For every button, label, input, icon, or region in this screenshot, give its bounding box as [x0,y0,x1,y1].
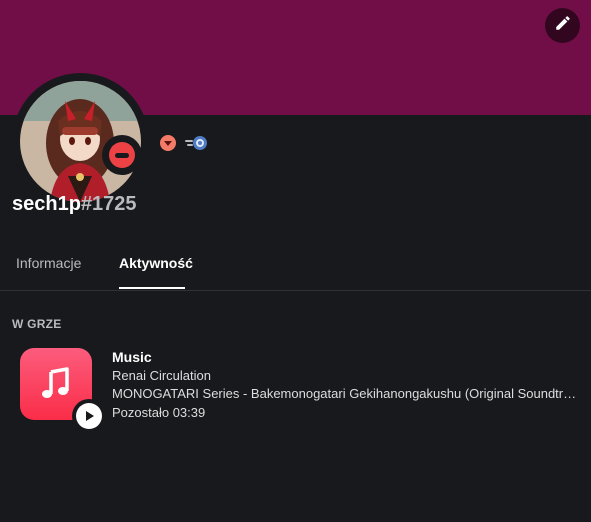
activity-time-remaining: Pozostało 03:39 [112,404,206,420]
activity-card: Music Renai Circulation MONOGATARI Serie… [20,348,580,438]
play-button[interactable] [72,399,106,433]
discriminator: #1725 [80,193,137,215]
pencil-icon [554,14,572,37]
play-icon [76,403,102,429]
edit-profile-button[interactable] [545,8,580,43]
activity-song-title: Renai Circulation [112,367,211,383]
tab-aktywnosc[interactable]: Aktywność [119,244,193,290]
activity-album: MONOGATARI Series - Bakemonogatari Gekih… [112,386,580,401]
avatar-container[interactable] [12,73,149,210]
activity-app-name: Music [112,349,152,365]
status-indicator [102,135,142,175]
tab-informacje[interactable]: Informacje [16,244,81,290]
nitro-boost-badge[interactable] [184,133,210,153]
hypesquad-brilliance-badge[interactable] [158,133,178,153]
do-not-disturb-icon [109,142,135,168]
profile-tabs: Informacje Aktywność [0,244,591,291]
username: sech1p [12,193,81,215]
badge-list [158,133,210,153]
activity-details: Music Renai Circulation MONOGATARI Serie… [112,348,580,422]
active-tab-indicator [119,287,185,289]
section-header: W GRZE [12,317,62,331]
username-row: sech1p#1725 [12,192,137,216]
